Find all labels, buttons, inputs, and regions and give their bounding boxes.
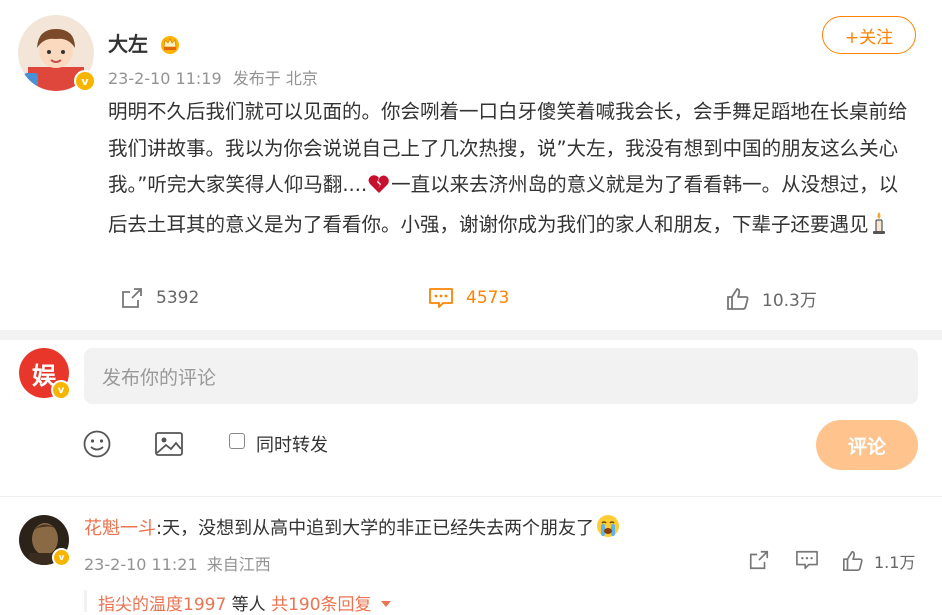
reply-indent-bar (84, 590, 87, 612)
verified-badge: v (74, 70, 96, 92)
reply-middle-text: 等人 (231, 595, 266, 615)
comment-reply-action[interactable] (795, 549, 819, 571)
current-user-verified-badge: v (51, 380, 71, 400)
comment-action[interactable]: 4573 (428, 286, 509, 310)
comment-icon (429, 288, 453, 308)
comment-count: 4573 (466, 288, 510, 308)
candle-icon (871, 211, 887, 248)
comment-like-count: 1.1万 (874, 553, 916, 572)
commenter-verified-badge: v (52, 548, 71, 567)
post-timestamp[interactable]: 23-2-10 11:19 (108, 69, 222, 88)
comment-input[interactable]: 发布你的评论 (84, 348, 918, 404)
comment-repost-action[interactable] (748, 549, 770, 571)
comments-divider (0, 496, 942, 497)
follow-button-label: +关注 (844, 27, 894, 48)
comment-source: 来自江西 (206, 555, 271, 574)
like-action[interactable]: 10.3万 (726, 286, 817, 311)
repost-count: 5392 (156, 288, 200, 308)
comment-meta: 23-2-10 11:21 来自江西 (84, 551, 271, 575)
post-meta: 23-2-10 11:19 发布于 北京 (108, 65, 318, 89)
comment-text: 花魁一斗:天，没想到从高中追到大学的非正已经失去两个朋友了 (84, 514, 620, 543)
comment-reply-icon (796, 550, 818, 570)
repost-checkbox[interactable] (229, 433, 245, 449)
reply-total-link[interactable]: 共190条回复 (271, 595, 371, 615)
post-body: 明明不久后我们就可以见面的。你会咧着一口白牙傻笑着喊我会长，会手舞足蹈地在长桌前… (108, 94, 916, 247)
like-count: 10.3万 (762, 291, 817, 311)
comment-timestamp: 23-2-10 11:21 (84, 555, 198, 574)
comment-input-placeholder: 发布你的评论 (102, 366, 217, 389)
submit-comment-label: 评论 (847, 435, 886, 458)
reply-summary[interactable]: 指尖的温度1997 等人 共190条回复 (98, 590, 391, 615)
follow-button[interactable]: +关注 (822, 16, 916, 54)
reply-user-link[interactable]: 指尖的温度1997 (98, 595, 226, 615)
emoji-icon[interactable] (83, 430, 111, 462)
gold-crown-icon (159, 34, 181, 59)
image-icon[interactable] (154, 430, 184, 462)
comment-thumbs-up-icon (843, 551, 863, 571)
crying-face-icon (596, 514, 620, 543)
repost-action[interactable]: 5392 (120, 286, 199, 310)
chevron-down-icon (380, 593, 391, 613)
comment-body: :天，没想到从高中追到大学的非正已经失去两个朋友了 (156, 518, 595, 539)
author-avatar[interactable]: v (18, 15, 96, 92)
comment-like-action[interactable]: 1.1万 (842, 549, 915, 573)
commenter-name[interactable]: 花魁一斗 (84, 518, 156, 539)
author-name-text: 大左 (108, 32, 148, 56)
thumbs-up-icon (727, 287, 749, 310)
repost-icon (122, 288, 142, 308)
current-user-avatar[interactable]: 娱 v (19, 348, 71, 400)
broken-heart-icon (368, 170, 390, 207)
repost-checkbox-label[interactable]: 同时转发 (256, 431, 328, 457)
comment-repost-icon (749, 550, 769, 570)
commenter-avatar[interactable]: v (19, 515, 71, 567)
submit-comment-button[interactable]: 评论 (816, 420, 918, 470)
post-source: 发布于 北京 (232, 69, 318, 88)
author-name[interactable]: 大左 (108, 28, 181, 59)
section-divider (0, 330, 942, 340)
